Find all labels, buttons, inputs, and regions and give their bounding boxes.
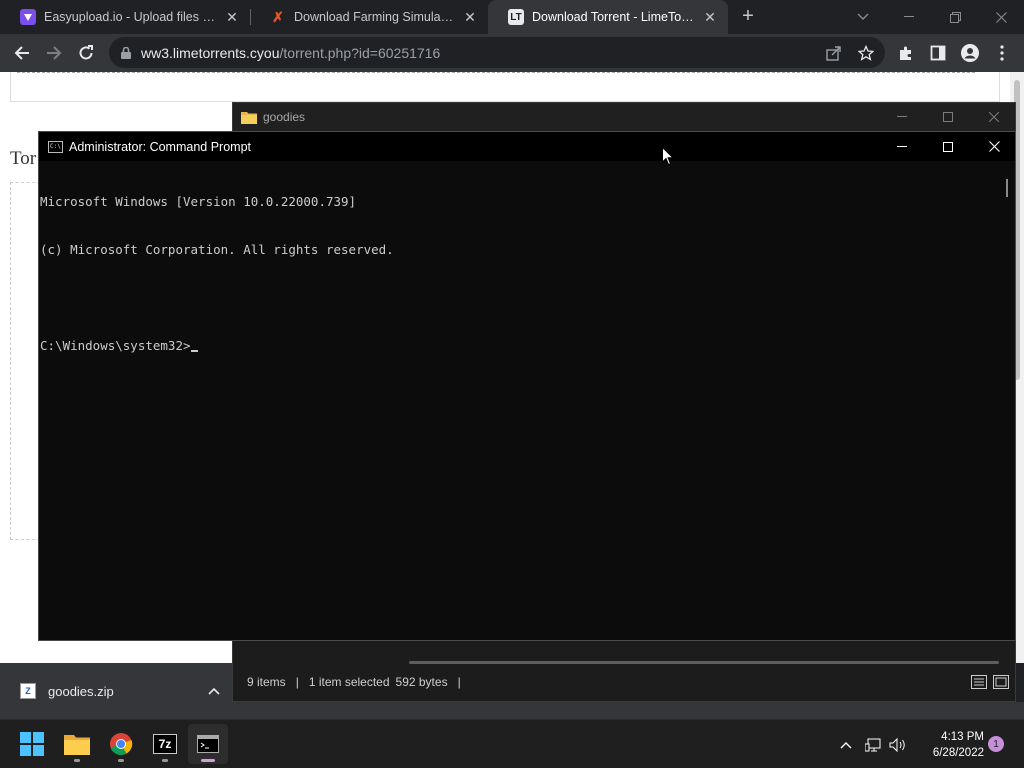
cmd-maximize-button[interactable]	[925, 132, 971, 161]
console-prompt: C:\Windows\system32>	[40, 338, 191, 353]
restore-button[interactable]	[932, 0, 978, 34]
bookmark-star-icon[interactable]	[852, 39, 880, 67]
cmd-console-output[interactable]: Microsoft Windows [Version 10.0.22000.73…	[40, 162, 997, 640]
limetorrents-icon: LT	[508, 9, 524, 25]
tab-search-icon[interactable]	[840, 0, 886, 34]
explorer-close-button[interactable]	[971, 103, 1017, 131]
extensions-icon[interactable]	[892, 39, 920, 67]
cmd-minimize-button[interactable]	[879, 132, 925, 161]
folder-icon	[241, 111, 257, 124]
tab-limetorrents[interactable]: LT Download Torrent - LimeTorrents ✕	[488, 0, 728, 34]
status-selection: 1 item selected	[308, 675, 390, 689]
explorer-status-bar: 9 items | 1 item selected 592 bytes |	[247, 675, 461, 689]
lock-icon[interactable]	[121, 46, 131, 59]
tab-title: Download Torrent - LimeTorrents	[532, 10, 696, 24]
explorer-title: goodies	[263, 110, 306, 124]
web-content-box	[10, 72, 1000, 102]
cmd-close-button[interactable]	[971, 132, 1017, 161]
download-bar: Z goodies.zip	[0, 663, 232, 719]
new-tab-button[interactable]: +	[737, 5, 759, 27]
tab-farming-simulator[interactable]: ✗ Download Farming Simulator 22 ✕	[250, 0, 488, 34]
system-clock[interactable]: 4:13 PM 6/28/2022	[912, 729, 984, 761]
url-path: /torrent.php?id=60251716	[279, 44, 441, 61]
explorer-maximize-button[interactable]	[925, 103, 971, 131]
easyupload-icon	[20, 9, 36, 25]
browser-tabstrip: Easyupload.io - Upload files for f ✕ ✗ D…	[0, 0, 1024, 34]
chrome-taskbar-button[interactable]	[101, 724, 141, 764]
menu-kebab-icon[interactable]	[988, 39, 1016, 67]
tab-easyupload[interactable]: Easyupload.io - Upload files for f ✕	[0, 0, 250, 34]
details-view-icon[interactable]	[969, 673, 989, 691]
reload-button[interactable]	[72, 39, 100, 67]
seven-zip-taskbar-button[interactable]: 7z	[145, 724, 185, 764]
x-site-icon: ✗	[272, 8, 284, 25]
windows-logo-icon	[20, 732, 44, 756]
web-page-heading: Tor	[10, 148, 37, 169]
command-prompt-taskbar-button[interactable]	[188, 724, 228, 764]
minimize-button[interactable]	[886, 0, 932, 34]
back-button[interactable]	[8, 39, 36, 67]
cmd-app-icon: C:\	[48, 140, 63, 153]
zip-file-icon: Z	[20, 683, 36, 699]
status-size: 592 bytes	[395, 675, 448, 689]
mouse-pointer-icon	[662, 146, 675, 169]
chevron-up-icon[interactable]	[208, 683, 220, 698]
explorer-horizontal-scrollbar[interactable]	[409, 661, 999, 664]
show-hidden-icons-chevron-icon[interactable]	[836, 720, 856, 768]
console-line: Microsoft Windows [Version 10.0.22000.73…	[40, 194, 357, 209]
large-icons-view-icon[interactable]	[991, 673, 1011, 691]
download-bar-strip	[232, 702, 1024, 719]
clock-date: 6/28/2022	[932, 747, 984, 759]
start-button[interactable]	[12, 724, 52, 764]
terminal-icon	[197, 735, 219, 753]
address-bar[interactable]: ww3.limetorrents.cyou/torrent.php?id=602…	[109, 37, 885, 68]
close-tab-icon[interactable]: ✕	[224, 9, 240, 26]
tab-title: Download Farming Simulator 22	[294, 10, 456, 24]
url-host: ww3.limetorrents.cyou	[141, 44, 280, 61]
cmd-scrollbar[interactable]	[999, 162, 1015, 640]
explorer-minimize-button[interactable]	[879, 103, 925, 131]
cmd-titlebar[interactable]: C:\ Administrator: Command Prompt	[39, 132, 1015, 161]
close-tab-icon[interactable]: ✕	[462, 9, 478, 26]
profile-avatar-icon[interactable]	[956, 39, 984, 67]
text-cursor	[190, 350, 198, 352]
command-prompt-window: C:\ Administrator: Command Prompt Micros…	[38, 131, 1016, 641]
file-explorer-taskbar-button[interactable]	[57, 724, 97, 764]
clock-time: 4:13 PM	[941, 731, 984, 743]
cmd-title: Administrator: Command Prompt	[69, 139, 252, 154]
download-item[interactable]: Z goodies.zip	[0, 663, 232, 719]
status-item-count: 9 items	[247, 675, 286, 689]
tab-title: Easyupload.io - Upload files for f	[44, 10, 218, 24]
volume-icon[interactable]	[888, 720, 908, 768]
forward-button[interactable]	[40, 39, 68, 67]
network-icon[interactable]	[863, 720, 883, 768]
download-filename: goodies.zip	[48, 683, 114, 699]
close-tab-icon[interactable]: ✕	[702, 9, 718, 26]
console-line: (c) Microsoft Corporation. All rights re…	[40, 242, 394, 257]
seven-zip-icon: 7z	[153, 734, 177, 754]
browser-toolbar: ww3.limetorrents.cyou/torrent.php?id=602…	[0, 34, 1024, 72]
web-content-panel	[10, 182, 40, 540]
share-icon[interactable]	[820, 39, 848, 67]
side-panel-icon[interactable]	[924, 39, 952, 67]
close-window-button[interactable]	[978, 0, 1024, 34]
folder-icon	[64, 735, 90, 755]
notification-badge[interactable]: 1	[988, 736, 1004, 752]
console-prompt-line[interactable]: C:\Windows\system32>	[40, 338, 997, 354]
chrome-icon	[110, 733, 133, 756]
windows-taskbar: 7z 4:13 PM 6/28/2022	[0, 719, 1024, 768]
